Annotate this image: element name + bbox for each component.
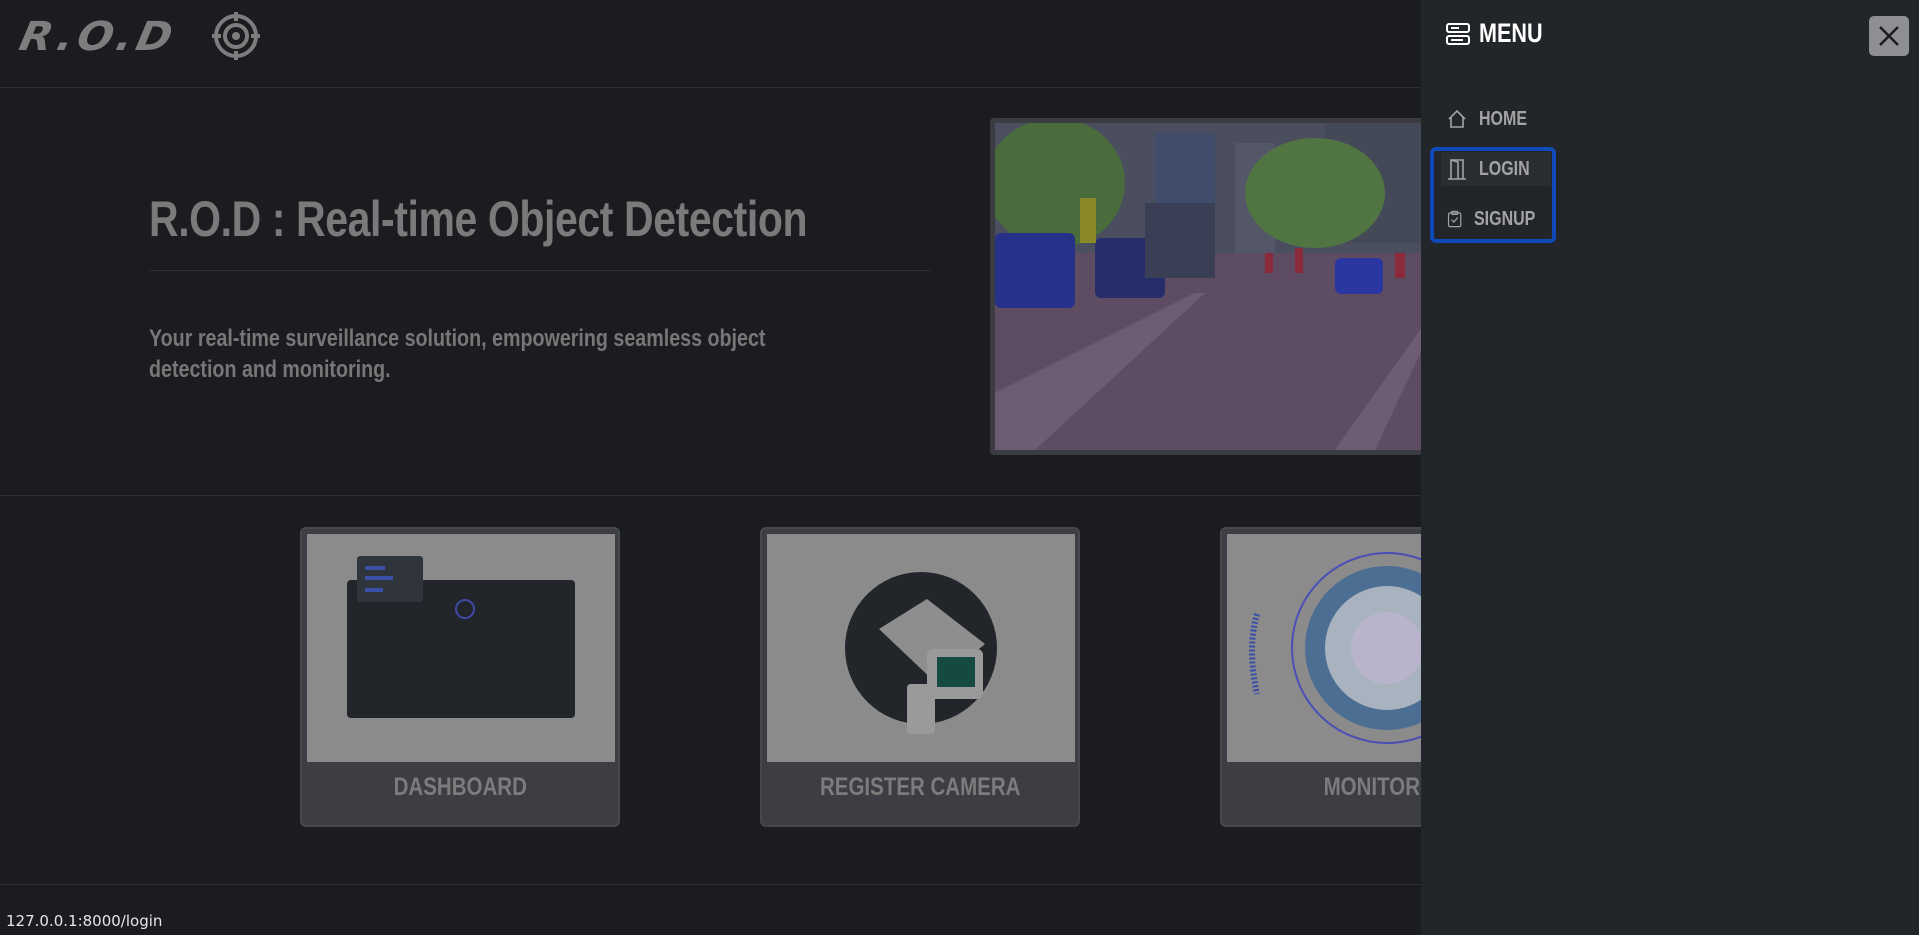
camera-illustration xyxy=(767,534,1075,762)
hero-subtitle: Your real-time surveillance solution, em… xyxy=(149,325,766,383)
side-menu: MENU HOME LOGIN SIGNUP xyxy=(1421,0,1919,935)
close-menu-button[interactable] xyxy=(1869,16,1909,56)
menu-icon xyxy=(1446,22,1470,45)
dashboard-illustration xyxy=(307,534,615,762)
monitor-illustration xyxy=(1227,534,1438,762)
menu-item-label: HOME xyxy=(1479,107,1527,130)
page-title: R.O.D : Real-time Object Detection xyxy=(149,191,808,247)
dashboard-card[interactable]: DASHBOARD xyxy=(300,527,620,827)
home-icon xyxy=(1448,109,1466,128)
menu-title: MENU xyxy=(1479,18,1543,48)
footer-divider xyxy=(0,884,1421,885)
annotation-highlight xyxy=(1430,147,1556,243)
monitor-label: MONITOR xyxy=(1323,773,1421,801)
top-header: R.O.D xyxy=(0,0,1421,88)
status-bar-url: 127.0.0.1:8000/login xyxy=(0,908,169,935)
logo-text[interactable]: R.O.D xyxy=(15,14,180,60)
menu-header: MENU xyxy=(1445,18,1559,49)
section-divider xyxy=(0,495,1421,496)
register-camera-label: REGISTER CAMERA xyxy=(819,773,1021,801)
menu-item-home[interactable]: HOME xyxy=(1441,102,1551,136)
title-divider xyxy=(149,270,930,271)
dashboard-label: DASHBOARD xyxy=(393,773,527,801)
register-camera-card[interactable]: REGISTER CAMERA xyxy=(760,527,1080,827)
street-detection-image xyxy=(990,118,1430,455)
target-icon xyxy=(212,12,260,60)
monitor-card[interactable]: MONITOR xyxy=(1220,527,1440,827)
close-icon xyxy=(1879,26,1899,46)
